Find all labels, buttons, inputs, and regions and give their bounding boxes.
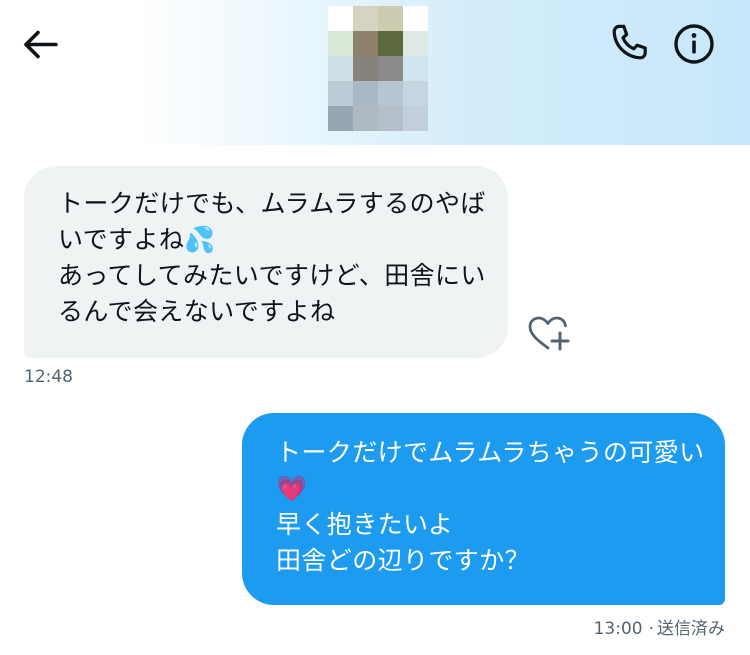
delivery-status: 送信済み [657, 619, 725, 639]
message-timestamp: 13:00 [593, 619, 643, 639]
avatar-pixel [403, 56, 428, 81]
avatar-pixel [403, 81, 428, 106]
arrow-left-icon [24, 30, 58, 59]
conversation-header [0, 0, 750, 145]
avatar-pixel [328, 106, 353, 131]
message-bubble-received[interactable]: トークだけでも、ムラムラするのやばいですよね💦 あってしてみたいですけど、田舎に… [24, 166, 508, 358]
avatar-pixel [378, 81, 403, 106]
heart-add-icon [528, 316, 570, 351]
info-button[interactable] [670, 20, 718, 68]
avatar-pixel [328, 31, 353, 56]
avatar-pixel [328, 56, 353, 81]
avatar-pixel [403, 6, 428, 31]
back-button[interactable] [18, 22, 64, 68]
avatar-pixel [403, 31, 428, 56]
avatar-pixel [353, 106, 378, 131]
phone-icon [612, 24, 647, 60]
avatar[interactable] [328, 6, 428, 131]
avatar-pixel [378, 6, 403, 31]
message-timestamp: 12:48 [24, 367, 73, 387]
info-circle-icon [674, 24, 714, 64]
avatar-pixel [353, 6, 378, 31]
avatar-pixel [353, 56, 378, 81]
avatar-pixel [353, 31, 378, 56]
add-reaction-button[interactable] [526, 314, 572, 354]
avatar-pixel [378, 56, 403, 81]
avatar-pixel [328, 6, 353, 31]
message-bubble-sent[interactable]: トークだけでムラムラちゃうの可愛い💗 早く抱きたいよ 田舎どの辺りですか？ [242, 413, 725, 605]
avatar-pixel [353, 81, 378, 106]
avatar-pixel [328, 81, 353, 106]
avatar-pixel [403, 106, 428, 131]
call-button[interactable] [606, 20, 654, 68]
avatar-pixel [378, 31, 403, 56]
avatar-pixel [378, 106, 403, 131]
sent-message-meta: 13:00 · 送信済み [594, 614, 725, 639]
separator-dot: · [648, 619, 654, 639]
